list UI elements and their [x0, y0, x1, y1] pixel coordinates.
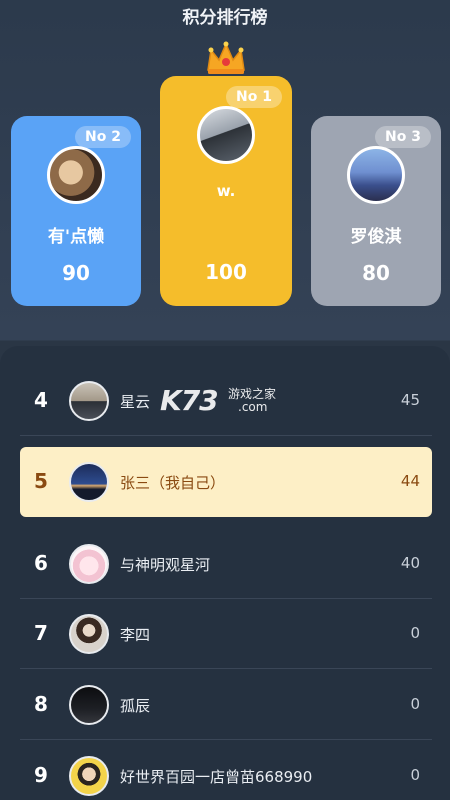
user-score: 80	[362, 261, 390, 285]
user-score: 0	[410, 766, 420, 784]
user-score: 44	[400, 472, 420, 490]
user-score: 100	[205, 260, 247, 284]
user-name: 李四	[120, 626, 151, 644]
user-name: 罗俊淇	[350, 227, 402, 247]
avatar	[69, 544, 109, 584]
user-score: 90	[62, 261, 90, 285]
rank-number: 9	[34, 763, 48, 787]
user-name: 孤辰	[120, 697, 151, 715]
user-score: 0	[410, 624, 420, 642]
avatar	[69, 614, 109, 654]
avatar	[69, 381, 109, 421]
podium-second-card[interactable]: No 2 有'点懒 90	[11, 116, 141, 306]
watermark-brand: K73	[160, 384, 219, 417]
rank-number: 7	[34, 621, 48, 645]
ranking-row-self[interactable]: 5 张三（我自己） 44	[20, 447, 432, 517]
rank-number: 8	[34, 692, 48, 716]
user-name: 有'点懒	[47, 227, 105, 247]
avatar	[69, 462, 109, 502]
user-name: w.	[216, 182, 236, 200]
avatar	[69, 756, 109, 796]
rank-number: 5	[34, 469, 48, 493]
watermark-line2: .com	[238, 400, 268, 414]
crown-icon	[207, 41, 245, 74]
avatar	[69, 685, 109, 725]
rank-badge: No 1	[226, 86, 282, 108]
rank-number: 4	[34, 388, 48, 412]
user-score: 0	[410, 695, 420, 713]
page-title: 积分排行榜	[182, 8, 268, 28]
ranking-row[interactable]: 9 好世界百园一店曾苗668990 0	[20, 741, 432, 800]
ranking-row[interactable]: 7 李四 0	[20, 599, 432, 669]
user-name: 星云	[120, 393, 151, 411]
user-name: 好世界百园一店曾苗668990	[120, 768, 313, 786]
podium-third-card[interactable]: No 3 罗俊淇 80	[311, 116, 441, 306]
rank-badge: No 2	[75, 126, 131, 148]
rank-number: 6	[34, 551, 48, 575]
ranking-row[interactable]: 8 孤辰 0	[20, 670, 432, 740]
watermark-logo: K73 游戏之家 .com	[160, 384, 290, 418]
user-score: 40	[400, 554, 420, 572]
avatar	[347, 146, 405, 204]
user-score: 45	[400, 391, 420, 409]
user-name: 张三（我自己）	[120, 474, 226, 492]
avatar	[197, 106, 255, 164]
ranking-row[interactable]: 6 与神明观星河 40	[20, 529, 432, 599]
podium-first-card[interactable]: No 1 w. 100	[160, 76, 292, 306]
rank-badge: No 3	[375, 126, 431, 148]
user-name: 与神明观星河	[120, 556, 211, 574]
avatar	[47, 146, 105, 204]
